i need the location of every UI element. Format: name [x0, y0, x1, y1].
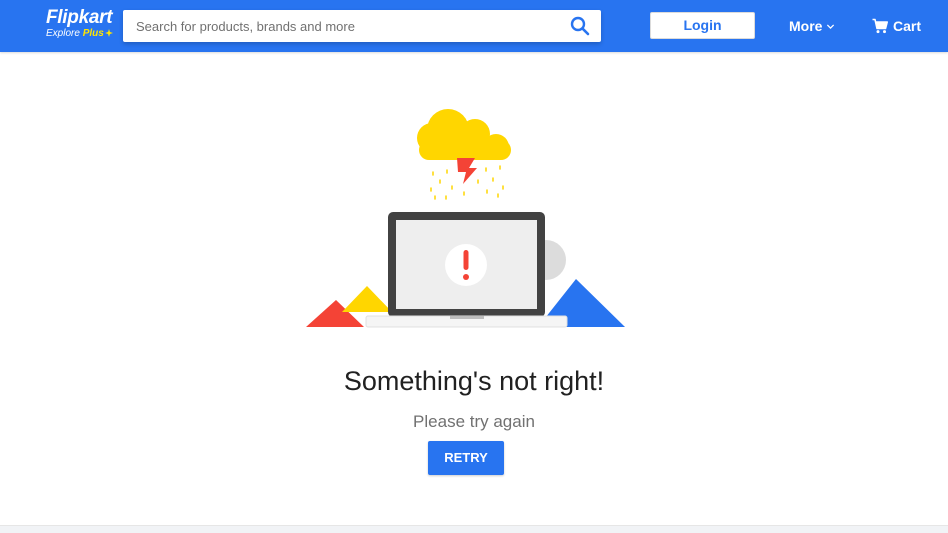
yellow-triangle-shape — [342, 286, 392, 312]
search-bar — [123, 10, 601, 42]
lightning-bolt-icon — [457, 158, 477, 184]
chevron-down-icon — [827, 24, 835, 30]
logo-tagline-plus: Plus — [82, 28, 104, 39]
login-button[interactable]: Login — [650, 12, 755, 39]
cart-link[interactable]: Cart — [872, 15, 921, 37]
error-page: Flipkart Explore Plus Login More Cart — [0, 0, 948, 533]
flipkart-logo[interactable]: Flipkart Explore Plus — [46, 8, 116, 44]
error-title: Something's not right! — [343, 366, 605, 396]
logo-name: Flipkart — [46, 7, 113, 28]
cart-label: Cart — [893, 18, 922, 34]
search-input[interactable] — [123, 10, 553, 42]
search-button[interactable] — [569, 15, 591, 37]
storm-cloud-icon — [417, 109, 511, 160]
error-subtitle: Please try again — [413, 412, 535, 431]
footer-strip — [0, 525, 948, 533]
more-menu[interactable]: More — [789, 16, 835, 36]
alert-icon — [445, 244, 487, 286]
logo-tagline: Explore Plus — [46, 28, 116, 40]
plus-star-icon — [104, 29, 113, 37]
error-illustration — [306, 109, 625, 328]
retry-button[interactable]: RETRY — [428, 441, 504, 475]
logo-tagline-prefix: Explore — [46, 28, 80, 39]
cart-icon — [872, 18, 888, 34]
search-icon — [570, 16, 590, 36]
more-label: More — [789, 18, 823, 34]
top-header: Flipkart Explore Plus Login More Cart — [0, 0, 948, 52]
